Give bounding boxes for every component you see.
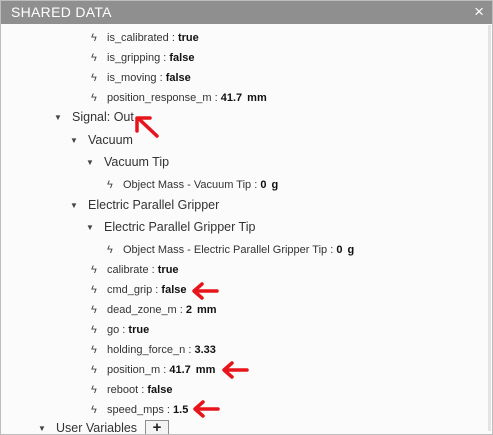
triangle-down-icon[interactable]: ▼	[70, 132, 80, 150]
lightning-bolt-icon: ϟ	[107, 244, 113, 256]
lightning-bolt-icon: ϟ	[91, 364, 97, 376]
data-row-position-response: ϟ position_response_m : 41.7 mm	[91, 89, 267, 107]
data-row-holding-force: ϟ holding_force_n : 3.33	[91, 341, 216, 359]
data-row-reboot: ϟ reboot : false	[91, 381, 172, 399]
lightning-bolt-icon: ϟ	[91, 344, 97, 356]
lightning-bolt-icon: ϟ	[91, 72, 97, 84]
tree-node-vacuum[interactable]: ▼ Vacuum	[70, 131, 133, 149]
lightning-bolt-icon: ϟ	[91, 384, 97, 396]
triangle-down-icon[interactable]: ▼	[38, 420, 48, 434]
title-bar: SHARED DATA ×	[1, 1, 492, 24]
triangle-down-icon[interactable]: ▼	[54, 109, 64, 127]
lightning-bolt-icon: ϟ	[91, 264, 97, 276]
data-row-position: ϟ position_m : 41.7 mm	[91, 361, 215, 379]
tree-node-vacuum-tip[interactable]: ▼ Vacuum Tip	[86, 153, 169, 171]
red-arrow-annotation	[193, 400, 220, 418]
panel-title: SHARED DATA	[11, 4, 112, 20]
lightning-bolt-icon: ϟ	[91, 284, 97, 296]
data-row-gripper-object-mass: ϟ Object Mass - Electric Parallel Gripper…	[107, 241, 354, 259]
data-row-calibrate: ϟ calibrate : true	[91, 261, 179, 279]
lightning-bolt-icon: ϟ	[91, 32, 97, 44]
tree-node-signal-out[interactable]: ▼ Signal: Out	[54, 108, 134, 126]
lightning-bolt-icon: ϟ	[91, 92, 97, 104]
data-row-is-moving: ϟ is_moving : false	[91, 69, 191, 87]
data-row-speed: ϟ speed_mps : 1.5	[91, 401, 188, 419]
data-row-is-calibrated: ϟ is_calibrated : true	[91, 29, 199, 47]
triangle-down-icon[interactable]: ▼	[86, 154, 96, 172]
lightning-bolt-icon: ϟ	[91, 404, 97, 416]
tree-node-electric-parallel-gripper-tip[interactable]: ▼ Electric Parallel Gripper Tip	[86, 218, 255, 236]
lightning-bolt-icon: ϟ	[107, 179, 113, 191]
add-user-variable-button[interactable]: +	[145, 420, 170, 434]
shared-data-panel: SHARED DATA × ϟ is_calibrated : true ϟ is_…	[0, 0, 493, 435]
tree-node-electric-parallel-gripper[interactable]: ▼ Electric Parallel Gripper	[70, 196, 219, 214]
data-row-vacuum-object-mass: ϟ Object Mass - Vacuum Tip : 0g	[107, 176, 278, 194]
lightning-bolt-icon: ϟ	[91, 52, 97, 64]
data-row-cmd-grip: ϟ cmd_grip : false	[91, 281, 187, 299]
data-row-is-gripping: ϟ is_gripping : false	[91, 49, 194, 67]
red-arrow-annotation	[222, 361, 249, 379]
lightning-bolt-icon: ϟ	[91, 304, 97, 316]
red-arrow-annotation	[135, 116, 159, 138]
data-row-dead-zone: ϟ dead_zone_m : 2 mm	[91, 301, 217, 319]
close-icon[interactable]: ×	[474, 2, 484, 22]
tree-node-user-variables[interactable]: ▼ User Variables +	[38, 419, 170, 434]
lightning-bolt-icon: ϟ	[91, 324, 97, 336]
triangle-down-icon[interactable]: ▼	[86, 219, 96, 237]
triangle-down-icon[interactable]: ▼	[70, 197, 80, 215]
data-row-go: ϟ go : true	[91, 321, 149, 339]
scrollbar[interactable]	[488, 25, 491, 431]
red-arrow-annotation	[192, 282, 219, 300]
